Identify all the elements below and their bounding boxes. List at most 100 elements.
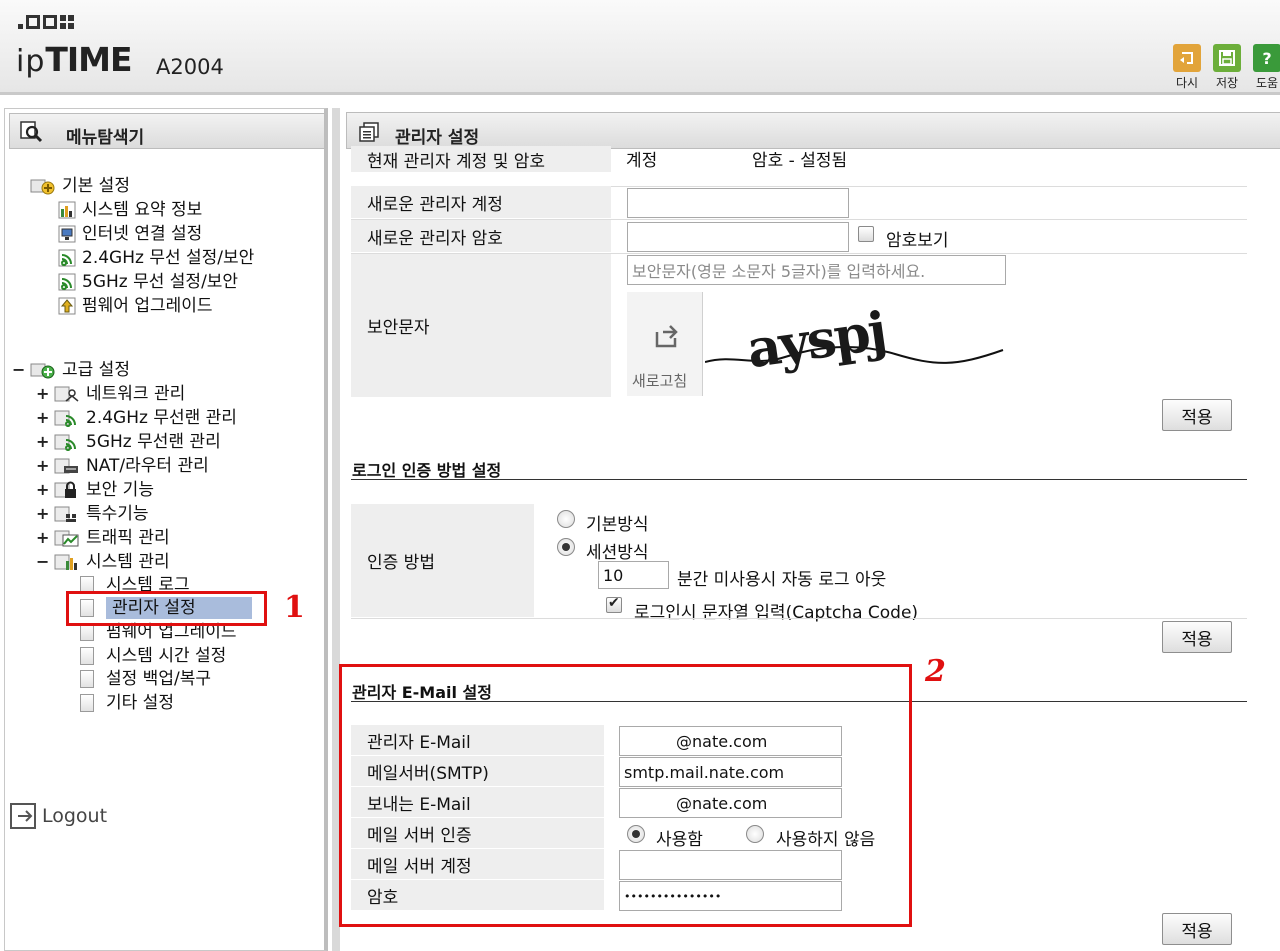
session-timeout-input[interactable]: 10: [598, 561, 669, 589]
sidebar-item-label: 특수기능: [86, 504, 149, 524]
brand-logo-mark: [18, 15, 74, 29]
annotation-box-2: [339, 664, 912, 927]
sidebar-header: 메뉴탐색기: [9, 113, 325, 149]
sidebar-item-special[interactable]: 특수기능: [54, 503, 149, 525]
expand-toggle[interactable]: +: [36, 479, 49, 501]
logout-label: Logout: [42, 805, 108, 827]
help-button[interactable]: ? 도움: [1252, 44, 1280, 91]
sidebar-item-system-summary[interactable]: 시스템 요약 정보: [58, 199, 202, 221]
sidebar-item-security[interactable]: 보안 기능: [54, 479, 154, 501]
magnifier-icon: [20, 121, 43, 143]
sidebar-item-network[interactable]: 네트워크 관리: [54, 383, 185, 405]
sidebar-item-label: 펌웨어 업그레이드: [82, 296, 213, 316]
new-password-input[interactable]: [627, 222, 849, 252]
lock-folder-icon: [54, 481, 80, 499]
expand-toggle[interactable]: +: [36, 407, 49, 429]
tree-group-advanced[interactable]: 고급 설정: [30, 359, 130, 381]
auth-method-label: 인증 방법: [351, 504, 534, 617]
tree-group-label: 기본 설정: [62, 176, 130, 196]
sidebar-item-backup[interactable]: 설정 백업/복구: [80, 668, 211, 690]
collapse-toggle[interactable]: −: [12, 359, 25, 381]
sidebar-item-label: 네트워크 관리: [86, 384, 186, 404]
system-folder-icon: [54, 553, 80, 571]
expand-toggle[interactable]: +: [36, 455, 49, 477]
captcha-label: 보안문자: [351, 254, 611, 397]
show-password-label: 암호보기: [886, 231, 949, 251]
sidebar-item-wifi-5[interactable]: 5GHz 무선 설정/보안: [58, 271, 238, 293]
sidebar-item-nat[interactable]: NAT/라우터 관리: [54, 455, 209, 477]
upgrade-arrow-icon: [58, 297, 76, 315]
sidebar-item-label: 트래픽 관리: [86, 528, 170, 548]
tree-group-label: 고급 설정: [62, 360, 130, 380]
auth-session-radio[interactable]: [557, 538, 575, 556]
expand-toggle[interactable]: +: [36, 383, 49, 405]
refresh-icon: [655, 325, 678, 348]
folder-gear-icon: [30, 177, 56, 195]
new-password-label: 새로운 관리자 암호: [351, 220, 611, 252]
sidebar-item-label: 5GHz 무선 설정/보안: [82, 272, 239, 292]
auth-basic-radio[interactable]: [557, 510, 575, 528]
sidebar-item-label: 기타 설정: [106, 693, 174, 713]
sidebar-item-label: 5GHz 무선랜 관리: [86, 432, 221, 452]
undo-button[interactable]: 다시: [1172, 44, 1202, 91]
sidebar-item-system-time[interactable]: 시스템 시간 설정: [80, 645, 226, 667]
save-button[interactable]: 저장: [1212, 44, 1242, 91]
sidebar-item-wlan-24[interactable]: 2.4GHz 무선랜 관리: [54, 407, 237, 429]
new-account-label: 새로운 관리자 계정: [351, 186, 611, 218]
bar-chart-icon: [58, 201, 76, 219]
refresh-label: 새로고침: [632, 372, 688, 390]
auth-session-label: 세션방식: [586, 543, 649, 563]
label-text: 현재 관리자 계정 및 암호: [367, 152, 546, 172]
sidebar-item-label: 설정 백업/복구: [106, 669, 211, 689]
logout-icon: [10, 803, 36, 829]
save-icon: [1213, 44, 1241, 72]
help-label: 도움: [1255, 76, 1279, 90]
current-account-value-label: 계정: [626, 151, 658, 171]
session-timeout-suffix: 분간 미사용시 자동 로그 아웃: [677, 570, 887, 590]
sidebar-item-label: 시스템 관리: [86, 552, 170, 572]
folder-plus-icon: [30, 361, 56, 379]
sidebar-item-traffic[interactable]: 트래픽 관리: [54, 527, 170, 549]
collapse-toggle[interactable]: −: [36, 551, 49, 573]
login-captcha-checkbox[interactable]: [606, 595, 622, 613]
model-name: A2004: [156, 55, 224, 79]
page-icon: [80, 647, 94, 665]
current-password-status: 암호 - 설정됨: [752, 151, 848, 171]
divider: [351, 618, 1247, 619]
help-icon: ?: [1253, 44, 1280, 72]
label-text: 보안문자: [367, 318, 430, 338]
wifi-icon: [58, 249, 76, 267]
expand-toggle[interactable]: +: [36, 527, 49, 549]
show-password-checkbox[interactable]: [858, 226, 874, 242]
apply-login-auth-button[interactable]: 적용: [1162, 621, 1232, 653]
label-text: 새로운 관리자 암호: [367, 228, 503, 249]
new-account-input[interactable]: [627, 188, 849, 218]
apply-account-button[interactable]: 적용: [1162, 399, 1232, 431]
expand-toggle[interactable]: +: [36, 431, 49, 453]
sidebar-item-label: NAT/라우터 관리: [86, 456, 209, 476]
sidebar-item-firmware[interactable]: 펌웨어 업그레이드: [58, 295, 213, 317]
sidebar-item-label: 보안 기능: [86, 480, 154, 500]
sidebar-item-label: 2.4GHz 무선랜 관리: [86, 408, 237, 428]
annotation-label-1: 1: [284, 590, 305, 625]
sidebar-item-wifi-24[interactable]: 2.4GHz 무선 설정/보안: [58, 247, 254, 269]
expand-toggle[interactable]: +: [36, 503, 49, 525]
sidebar-title: 메뉴탐색기: [66, 128, 145, 148]
sidebar-item-label: 시스템 시간 설정: [106, 646, 227, 666]
sidebar-item-system[interactable]: 시스템 관리: [54, 551, 170, 573]
annotation-box-1: [66, 591, 267, 626]
logout-button[interactable]: Logout: [10, 803, 107, 829]
apply-email-button[interactable]: 적용: [1162, 913, 1232, 945]
annotation-label-2: 2: [925, 654, 946, 689]
sidebar-item-wlan-5[interactable]: 5GHz 무선랜 관리: [54, 431, 221, 453]
captcha-input[interactable]: 보안문자(영문 소문자 5글자)를 입력하세요.: [627, 255, 1006, 285]
sidebar-item-misc[interactable]: 기타 설정: [80, 692, 174, 714]
auth-basic-label: 기본방식: [586, 515, 649, 535]
sidebar-item-label: 인터넷 연결 설정: [82, 224, 203, 244]
login-captcha-label: 로그인시 문자열 입력(Captcha Code): [634, 603, 919, 623]
main-header: 관리자 설정: [346, 112, 1280, 149]
captcha-refresh-button[interactable]: 새로고침: [627, 292, 703, 396]
wifi-folder-icon: [54, 433, 80, 452]
sidebar-item-internet[interactable]: 인터넷 연결 설정: [58, 223, 202, 245]
tree-group-basic[interactable]: 기본 설정: [30, 175, 130, 197]
